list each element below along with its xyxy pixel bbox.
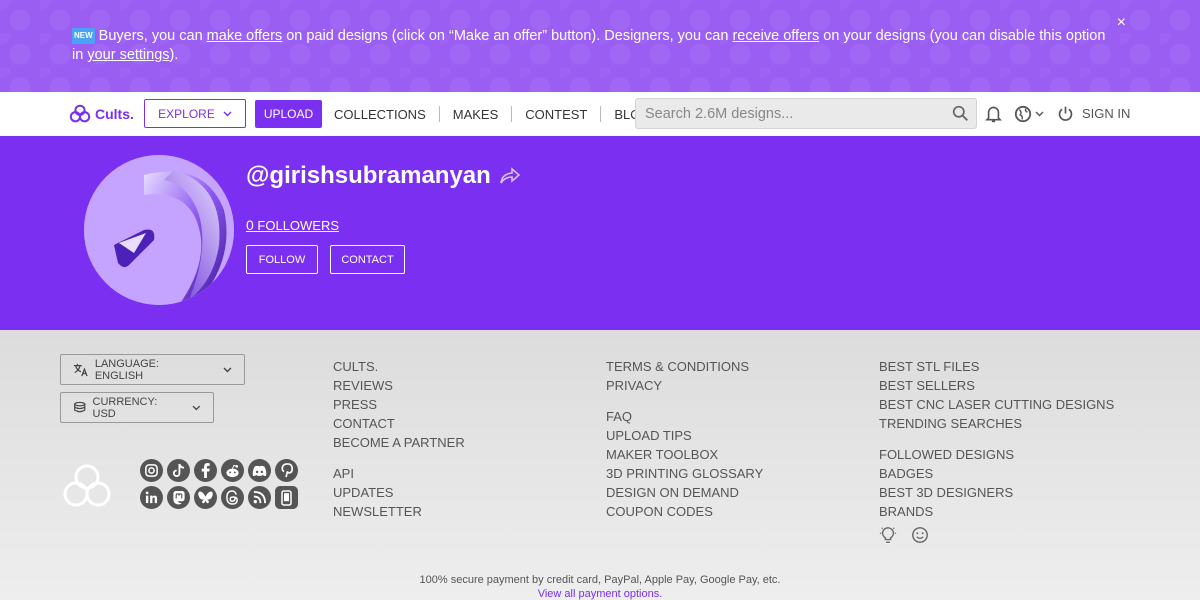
upload-button[interactable]: UPLOAD [255,100,322,128]
close-icon[interactable]: × [1117,14,1126,32]
footer-link-best-designers[interactable]: BEST 3D DESIGNERS [879,483,1114,502]
footer-link-maker-toolbox[interactable]: MAKER TOOLBOX [606,445,763,464]
footer-link-trending[interactable]: TRENDING SEARCHES [879,414,1114,433]
footer-link-coupon-codes[interactable]: COUPON CODES [606,502,763,521]
footer-link-best-cnc[interactable]: BEST CNC LASER CUTTING DESIGNS [879,395,1114,414]
nav-links: COLLECTIONS MAKES CONTEST BLOG [334,106,651,122]
footer-link-best-sellers[interactable]: BEST SELLERS [879,376,1114,395]
explore-button[interactable]: EXPLORE [144,99,246,128]
footer-link-reviews[interactable]: REVIEWS [333,376,465,395]
footer-column-help: TERMS & CONDITIONS PRIVACY FAQ UPLOAD TI… [606,357,763,521]
rss-icon[interactable] [248,486,271,509]
facebook-icon[interactable] [194,459,217,482]
footer-link-upload-tips[interactable]: UPLOAD TIPS [606,426,763,445]
coins-icon [74,401,86,413]
new-icon: NEW [72,28,95,44]
contact-button[interactable]: CONTACT [330,245,405,274]
follow-button[interactable]: FOLLOW [246,245,318,274]
cults-logo-icon [69,104,91,123]
currency-select[interactable]: CURRENCY: USD [60,392,214,423]
tiktok-icon[interactable] [167,459,190,482]
footer-column-cults: CULTS. REVIEWS PRESS CONTACT BECOME A PA… [333,357,465,521]
top-navigation: Cults. EXPLORE UPLOAD COLLECTIONS MAKES … [0,92,1200,136]
footer-link-contact[interactable]: CONTACT [333,414,465,433]
announcement-banner: NEW Buyers, you can make offers on paid d… [0,0,1200,92]
instagram-icon[interactable] [140,459,163,482]
footer-link-faq[interactable]: FAQ [606,407,763,426]
chevron-down-icon [223,367,232,372]
pinterest-icon[interactable] [275,459,298,482]
language-select[interactable]: LANGUAGE: ENGLISH [60,354,245,385]
followers-link[interactable]: 0 FOLLOWERS [246,217,339,233]
your-settings-link[interactable]: your settings [87,47,169,63]
avatar-image [84,155,234,305]
footer-link-api[interactable]: API [333,464,465,483]
footer-link-press[interactable]: PRESS [333,395,465,414]
footer-link-updates[interactable]: UPDATES [333,483,465,502]
threads-icon[interactable] [221,486,244,509]
footer-link-design-on-demand[interactable]: DESIGN ON DEMAND [606,483,763,502]
nav-divider [511,106,513,122]
make-offers-link[interactable]: make offers [207,28,283,44]
search-input[interactable] [645,99,945,128]
lightbulb-icon[interactable] [879,526,897,544]
footer-link-glossary[interactable]: 3D PRINTING GLOSSARY [606,464,763,483]
cults-logo[interactable]: Cults. [69,103,134,125]
footer-link-privacy[interactable]: PRIVACY [606,376,763,395]
bluesky-icon[interactable] [194,486,217,509]
sign-in-button[interactable]: SIGN IN [1057,105,1130,122]
social-links [140,459,302,509]
banner-text: NEW Buyers, you can make offers on paid d… [72,28,1106,63]
globe-icon [1014,105,1032,123]
avatar [84,155,234,305]
nav-link-contest[interactable]: CONTEST [525,107,587,122]
linkedin-icon[interactable] [140,486,163,509]
footer-link-become-partner[interactable]: BECOME A PARTNER [333,433,465,452]
cults-logo-icon[interactable] [62,462,112,510]
profile-header: @girishsubramanyan 0 FOLLOWERS FOLLOW CO… [0,136,1200,330]
footer-link-badges[interactable]: BADGES [879,464,1114,483]
search-icon[interactable] [952,105,969,122]
share-icon[interactable] [499,167,521,185]
footer-link-brands[interactable]: BRANDS [879,502,1114,521]
mastodon-icon[interactable] [167,486,190,509]
translate-icon [73,363,88,376]
logo-text: Cults. [95,106,134,122]
receive-offers-link[interactable]: receive offers [732,28,819,44]
payment-note: 100% secure payment by credit card, PayP… [419,574,781,586]
bell-icon[interactable] [985,105,1002,123]
power-icon [1058,106,1073,121]
footer: LANGUAGE: ENGLISH CURRENCY: USD CULTS. R… [0,330,1200,600]
language-switcher[interactable] [1014,105,1044,123]
payment-options-link[interactable]: View all payment options. [0,588,1200,600]
footer-link-newsletter[interactable]: NEWSLETTER [333,502,465,521]
mobile-app-icon[interactable] [275,486,298,509]
nav-divider [438,106,440,122]
nav-link-makes[interactable]: MAKES [453,107,499,122]
footer-column-discover: BEST STL FILES BEST SELLERS BEST CNC LAS… [879,357,1114,521]
smiley-icon[interactable] [911,526,929,544]
search-box [635,98,977,129]
footer-link-followed-designs[interactable]: FOLLOWED DESIGNS [879,445,1114,464]
chevron-down-icon [223,111,232,116]
footer-icon-row [879,526,929,544]
footer-link-terms[interactable]: TERMS & CONDITIONS [606,357,763,376]
reddit-icon[interactable] [221,459,244,482]
footer-link-best-stl[interactable]: BEST STL FILES [879,357,1114,376]
chevron-down-icon [192,405,201,410]
nav-link-collections[interactable]: COLLECTIONS [334,107,426,122]
nav-divider [600,106,602,122]
profile-username: @girishsubramanyan [246,162,521,190]
discord-icon[interactable] [248,459,271,482]
footer-link-cults[interactable]: CULTS. [333,357,465,376]
chevron-down-icon [1035,111,1044,117]
